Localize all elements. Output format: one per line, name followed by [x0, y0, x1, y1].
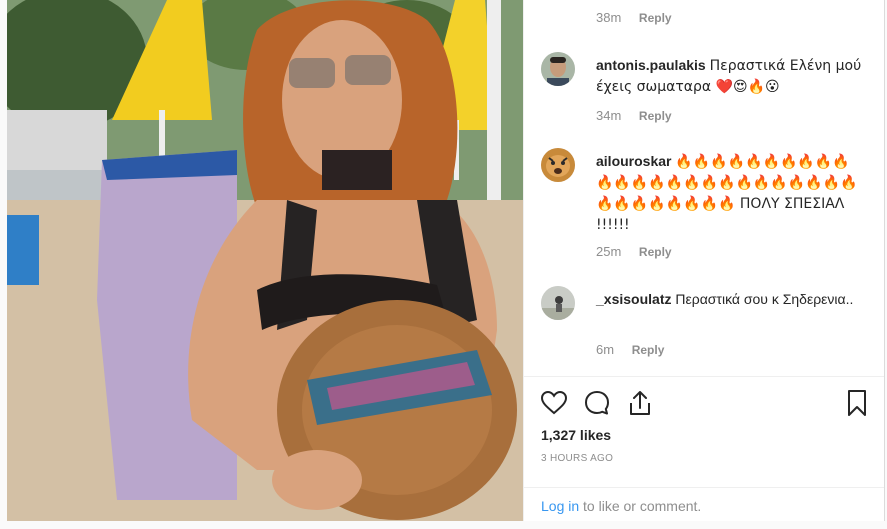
- comment-item: ailouroskar 🔥🔥🔥🔥🔥🔥🔥🔥🔥🔥🔥🔥🔥🔥🔥🔥🔥🔥🔥🔥🔥🔥🔥🔥🔥🔥🔥🔥…: [541, 148, 871, 235]
- post-actions: 1,327 likes 3 HOURS AGO Log in to like o…: [524, 376, 884, 522]
- avatar[interactable]: [541, 286, 575, 320]
- reply-button[interactable]: Reply: [639, 245, 672, 259]
- comment-text: antonis.paulakis Περαστικά Ελένη μού έχε…: [596, 55, 864, 97]
- comment-text: _xsisoulatz Περαστικά σου κ Σηδερενια..: [596, 289, 864, 309]
- comment-time: 38m: [596, 10, 622, 25]
- like-count[interactable]: 1,327 likes: [541, 427, 611, 443]
- post-side-panel: 38m Reply antonis.paulakis Περαστικά Ελέ…: [523, 0, 885, 521]
- post-photo[interactable]: [7, 0, 523, 521]
- comment-item: _xsisoulatz Περαστικά σου κ Σηδερενια..: [541, 286, 871, 332]
- instagram-post: 38m Reply antonis.paulakis Περαστικά Ελέ…: [0, 0, 887, 529]
- share-icon[interactable]: [625, 388, 655, 418]
- comment-username[interactable]: antonis.paulakis: [596, 57, 706, 73]
- comment-list[interactable]: 38m Reply antonis.paulakis Περαστικά Ελέ…: [524, 0, 884, 376]
- comment-icon[interactable]: [582, 388, 612, 418]
- comment-text: ailouroskar 🔥🔥🔥🔥🔥🔥🔥🔥🔥🔥🔥🔥🔥🔥🔥🔥🔥🔥🔥🔥🔥🔥🔥🔥🔥🔥🔥🔥…: [596, 151, 864, 235]
- avatar-image: [541, 148, 575, 182]
- login-link[interactable]: Log in: [541, 498, 579, 514]
- heart-icon[interactable]: [539, 388, 569, 418]
- post-timestamp: 3 HOURS AGO: [541, 453, 614, 464]
- comment-time: 34m: [596, 108, 622, 123]
- comment-time: 25m: [596, 244, 622, 259]
- comment-item: antonis.paulakis Περαστικά Ελένη μού έχε…: [541, 52, 871, 102]
- comment-time: 6m: [596, 342, 615, 357]
- reply-button[interactable]: Reply: [632, 343, 665, 357]
- comment-meta: 38m Reply: [596, 10, 672, 25]
- comment-username[interactable]: ailouroskar: [596, 153, 671, 169]
- comment-meta: 6m Reply: [596, 342, 664, 357]
- login-prompt: Log in to like or comment.: [524, 487, 884, 523]
- reply-button[interactable]: Reply: [639, 11, 672, 25]
- avatar[interactable]: [541, 148, 575, 182]
- bookmark-icon[interactable]: [842, 388, 872, 418]
- avatar-image: [541, 52, 575, 86]
- reply-button[interactable]: Reply: [639, 109, 672, 123]
- comment-username[interactable]: _xsisoulatz: [596, 291, 671, 307]
- login-prompt-text: to like or comment.: [579, 498, 702, 514]
- comment-meta: 34m Reply: [596, 108, 672, 123]
- avatar[interactable]: [541, 52, 575, 86]
- comment-meta: 25m Reply: [596, 244, 672, 259]
- post-photo-illustration: [7, 0, 523, 521]
- avatar-image: [541, 286, 575, 320]
- comment-body: Περαστικά σου κ Σηδερενια..: [675, 291, 854, 307]
